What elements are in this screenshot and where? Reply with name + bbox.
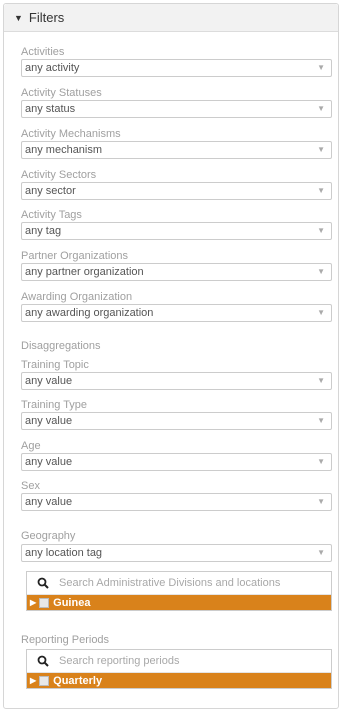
- filter-label: Activity Sectors: [21, 169, 97, 181]
- filter-label: Activity Mechanisms: [21, 128, 121, 140]
- select-value: any value: [25, 456, 73, 468]
- select-value: any location tag: [25, 547, 103, 559]
- expand-arrow-icon[interactable]: ▶: [30, 598, 36, 607]
- filters-title: Filters: [28, 10, 65, 25]
- filter-activity-statuses: Activity Statuses any status ▼: [21, 87, 332, 118]
- reporting-periods-search-input[interactable]: [59, 655, 331, 667]
- filter-geography: any location tag ▼: [21, 544, 332, 562]
- select-value: any value: [25, 496, 73, 508]
- select-value: any activity: [25, 62, 80, 74]
- select-value: any tag: [25, 225, 62, 237]
- dropdown-arrow-icon: ▼: [317, 376, 325, 385]
- tree-item-guinea[interactable]: ▶ Guinea: [27, 595, 331, 610]
- dropdown-arrow-icon: ▼: [317, 416, 325, 425]
- select-value: any sector: [25, 185, 76, 197]
- activities-select[interactable]: any activity ▼: [21, 59, 332, 77]
- disaggregations-title: Disaggregations: [21, 340, 101, 352]
- filter-training-type: Training Type any value ▼: [21, 399, 332, 430]
- dropdown-arrow-icon: ▼: [317, 186, 325, 195]
- tree-item-quarterly[interactable]: ▶ Quarterly: [27, 673, 331, 688]
- activity-tags-select[interactable]: any tag ▼: [21, 222, 332, 240]
- select-value: any partner organization: [25, 266, 144, 278]
- age-select[interactable]: any value ▼: [21, 453, 332, 471]
- filter-activity-mechanisms: Activity Mechanisms any mechanism ▼: [21, 128, 332, 159]
- tree-item-label: Guinea: [53, 596, 91, 609]
- filter-label: Activities: [21, 46, 65, 58]
- awarding-organization-select[interactable]: any awarding organization ▼: [21, 304, 332, 322]
- filter-age: Age any value ▼: [21, 440, 332, 471]
- filter-label: Training Topic: [21, 359, 89, 371]
- filter-awarding-organization: Awarding Organization any awarding organ…: [21, 291, 332, 322]
- select-value: any awarding organization: [25, 307, 154, 319]
- geography-tree: ▶ Guinea: [26, 571, 332, 611]
- filter-label: Activity Statuses: [21, 87, 102, 99]
- tree-item-label: Quarterly: [53, 674, 103, 687]
- select-value: any value: [25, 375, 73, 387]
- filter-label: Age: [21, 440, 41, 452]
- filter-partner-organizations: Partner Organizations any partner organi…: [21, 250, 332, 281]
- filter-label: Partner Organizations: [21, 250, 128, 262]
- sex-select[interactable]: any value ▼: [21, 493, 332, 511]
- dropdown-arrow-icon: ▼: [317, 548, 325, 557]
- filter-label: Activity Tags: [21, 209, 82, 221]
- filter-activity-tags: Activity Tags any tag ▼: [21, 209, 332, 240]
- training-topic-select[interactable]: any value ▼: [21, 372, 332, 390]
- filter-sex: Sex any value ▼: [21, 480, 332, 511]
- reporting-periods-tree: ▶ Quarterly: [26, 649, 332, 689]
- dropdown-arrow-icon: ▼: [317, 497, 325, 506]
- activity-statuses-select[interactable]: any status ▼: [21, 100, 332, 118]
- select-value: any mechanism: [25, 144, 103, 156]
- dropdown-arrow-icon: ▼: [317, 308, 325, 317]
- tree-checkbox[interactable]: [39, 597, 50, 608]
- activity-sectors-select[interactable]: any sector ▼: [21, 182, 332, 200]
- activity-mechanisms-select[interactable]: any mechanism ▼: [21, 141, 332, 159]
- geography-search-input[interactable]: [59, 577, 331, 589]
- filter-training-topic: Training Topic any value ▼: [21, 359, 332, 390]
- filters-header[interactable]: ▼ Filters: [4, 4, 338, 32]
- search-icon: [27, 655, 59, 667]
- dropdown-arrow-icon: ▼: [317, 267, 325, 276]
- dropdown-arrow-icon: ▼: [317, 457, 325, 466]
- location-tag-select[interactable]: any location tag ▼: [21, 544, 332, 562]
- dropdown-arrow-icon: ▼: [317, 226, 325, 235]
- filter-activity-sectors: Activity Sectors any sector ▼: [21, 169, 332, 200]
- geography-title: Geography: [21, 530, 76, 542]
- filter-activities: Activities any activity ▼: [21, 46, 332, 77]
- geography-search-row: [27, 572, 331, 595]
- filters-panel: ▼ Filters Activities any activity ▼ Acti…: [3, 3, 339, 709]
- dropdown-arrow-icon: ▼: [317, 145, 325, 154]
- training-type-select[interactable]: any value ▼: [21, 412, 332, 430]
- filter-label: Awarding Organization: [21, 291, 133, 303]
- expand-arrow-icon[interactable]: ▶: [30, 676, 36, 685]
- dropdown-arrow-icon: ▼: [317, 63, 325, 72]
- search-icon: [27, 577, 59, 589]
- filter-label: Sex: [21, 480, 40, 492]
- dropdown-arrow-icon: ▼: [317, 104, 325, 113]
- partner-organizations-select[interactable]: any partner organization ▼: [21, 263, 332, 281]
- caret-down-icon[interactable]: ▼: [14, 13, 23, 23]
- select-value: any status: [25, 103, 76, 115]
- filter-label: Training Type: [21, 399, 88, 411]
- reporting-periods-search-row: [27, 650, 331, 673]
- select-value: any value: [25, 415, 73, 427]
- tree-checkbox[interactable]: [39, 675, 50, 686]
- reporting-periods-title: Reporting Periods: [21, 634, 110, 646]
